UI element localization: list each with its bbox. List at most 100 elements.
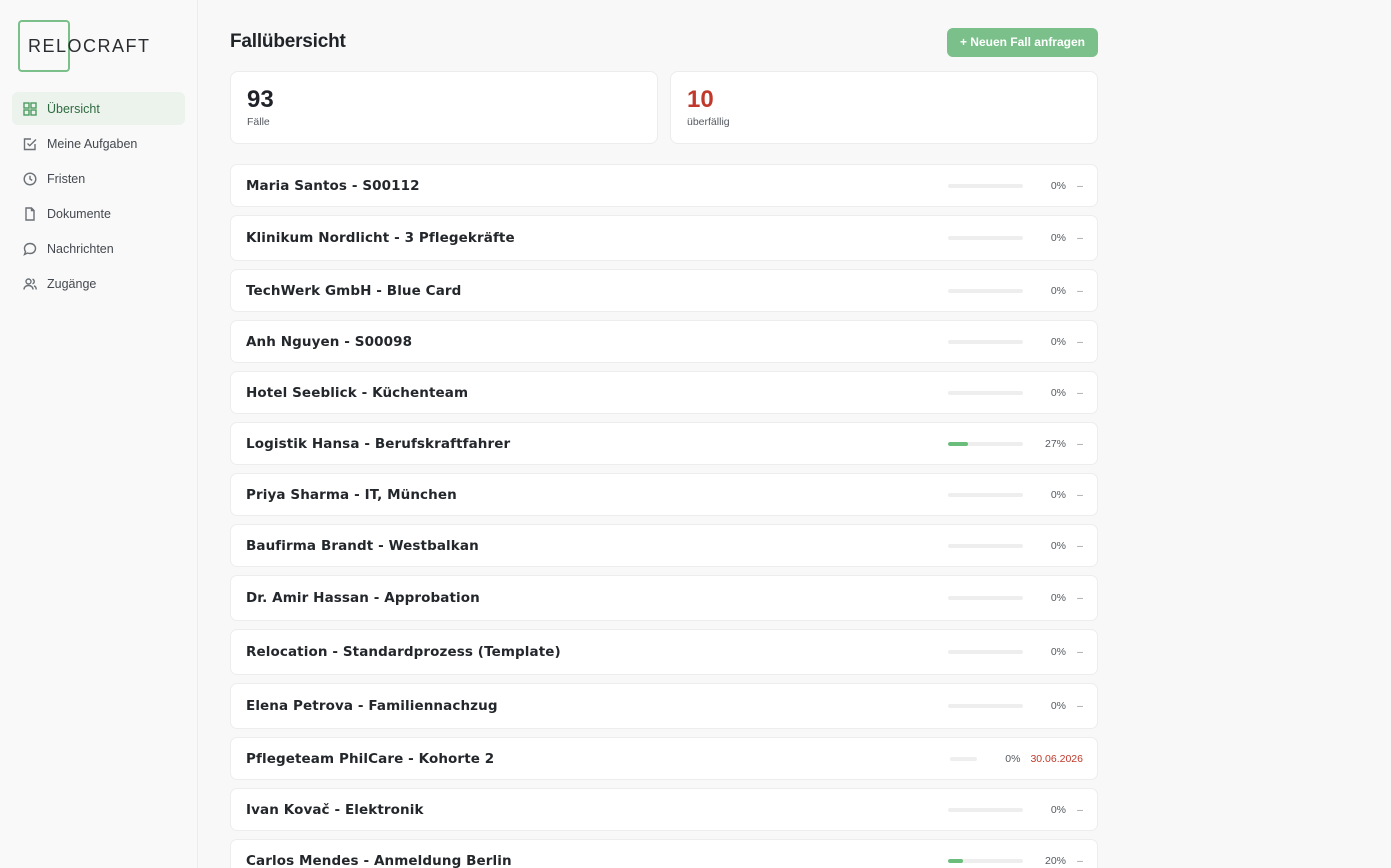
- case-due-date: –: [1077, 386, 1083, 399]
- logo-box: RELO CRAFT: [18, 20, 149, 72]
- case-name: Ivan Kovač - Elektronik: [246, 801, 424, 818]
- case-progress-percent: 0%: [1050, 803, 1066, 816]
- logo[interactable]: RELO CRAFT: [18, 20, 197, 72]
- case-progress-bar: [948, 390, 1023, 395]
- stats-row: 93 Fälle 10 überfällig: [230, 71, 1098, 144]
- stat-card-overdue: 10 überfällig: [670, 71, 1098, 144]
- case-row[interactable]: Carlos Mendes - Anmeldung Berlin 20% –: [230, 839, 1098, 868]
- sidebar-item-übersicht[interactable]: Übersicht: [12, 92, 185, 125]
- case-progress-fill: [948, 441, 969, 446]
- case-progress-bar: [948, 543, 1023, 548]
- page-title: Fallübersicht: [230, 31, 346, 52]
- case-progress-bar: [948, 288, 1023, 293]
- case-progress-bar: [948, 183, 1023, 188]
- case-progress-percent: 0%: [1050, 592, 1066, 604]
- case-progress-percent: 0%: [1050, 232, 1066, 244]
- case-due-date: –: [1077, 232, 1083, 244]
- case-name: Carlos Mendes - Anmeldung Berlin: [246, 852, 512, 868]
- case-row[interactable]: Relocation - Standardprozess (Template) 0…: [230, 629, 1098, 675]
- file-icon: [23, 206, 37, 221]
- sidebar-item-label: Zugänge: [47, 276, 97, 291]
- case-row[interactable]: Baufirma Brandt - Westbalkan 0% –: [230, 524, 1098, 567]
- case-row[interactable]: Logistik Hansa - Berufskraftfahrer 27% –: [230, 422, 1098, 465]
- sidebar-item-dokumente[interactable]: Dokumente: [12, 197, 185, 230]
- case-due-date: –: [1077, 803, 1083, 816]
- chat-icon: [23, 242, 37, 256]
- case-row[interactable]: Maria Santos - S00112 0% –: [230, 164, 1098, 207]
- case-name: Maria Santos - S00112: [246, 177, 420, 194]
- case-name: Pflegeteam PhilCare - Kohorte 2: [246, 750, 495, 767]
- case-name: Dr. Amir Hassan - Approbation: [246, 590, 480, 606]
- case-progress-bar: [950, 756, 978, 761]
- case-progress-percent: 27%: [1044, 437, 1066, 450]
- case-progress-percent: 0%: [1050, 646, 1066, 658]
- case-row[interactable]: Hotel Seeblick - Küchenteam 0% –: [230, 371, 1098, 414]
- sidebar-item-nachrichten[interactable]: Nachrichten: [12, 232, 185, 265]
- case-row[interactable]: Elena Petrova - Familiennachzug 0% –: [230, 683, 1098, 729]
- page-header: Fallübersicht + Neuen Fall anfragen: [230, 27, 1098, 57]
- sidebar-item-label: Meine Aufgaben: [47, 136, 138, 151]
- case-progress-percent: 0%: [1050, 488, 1066, 501]
- app-root: RELO CRAFT Übersicht Meine Aufgaben Fristen…: [0, 0, 1391, 868]
- logo-text-part1: RELO: [28, 35, 84, 56]
- sidebar-item-meine-aufgaben[interactable]: Meine Aufgaben: [12, 127, 185, 160]
- case-progress-bar: [948, 858, 1023, 863]
- sidebar: RELO CRAFT Übersicht Meine Aufgaben Fristen…: [0, 0, 198, 868]
- case-progress-percent: 0%: [1005, 752, 1021, 765]
- case-progress-bar: [948, 236, 1023, 240]
- case-due-date: –: [1077, 284, 1083, 297]
- case-progress-percent: 0%: [1050, 335, 1066, 348]
- case-row[interactable]: Anh Nguyen - S00098 0% –: [230, 320, 1098, 363]
- checkbox-icon: [23, 137, 37, 151]
- grid-icon: [23, 101, 37, 116]
- case-row[interactable]: Klinikum Nordlicht - 3 Pflegekräfte 0% –: [230, 215, 1098, 261]
- case-progress-percent: 20%: [1044, 854, 1066, 867]
- case-row[interactable]: Ivan Kovač - Elektronik 0% –: [230, 788, 1098, 831]
- case-due-date: –: [1077, 646, 1083, 658]
- case-due-date: –: [1077, 854, 1083, 867]
- stat-value-overdue: 10: [687, 86, 714, 113]
- case-progress-bar: [948, 492, 1023, 497]
- stat-value-cases: 93: [247, 86, 274, 113]
- case-progress-bar: [948, 339, 1023, 344]
- sidebar-nav: Übersicht Meine Aufgaben Fristen Dokumente N…: [0, 92, 197, 300]
- case-progress-bar: [948, 596, 1023, 600]
- sidebar-item-label: Nachrichten: [47, 241, 114, 256]
- case-due-date: –: [1077, 179, 1083, 192]
- stat-label-cases: Fälle: [247, 116, 270, 128]
- stat-label-overdue: überfällig: [687, 116, 730, 128]
- sidebar-item-fristen[interactable]: Fristen: [12, 162, 185, 195]
- case-due-date: –: [1077, 700, 1083, 712]
- case-due-date: –: [1077, 437, 1083, 450]
- case-progress-percent: 0%: [1050, 179, 1066, 192]
- case-progress-fill: [948, 858, 963, 863]
- case-name: Anh Nguyen - S00098: [246, 333, 413, 350]
- case-row[interactable]: Priya Sharma - IT, München 0% –: [230, 473, 1098, 516]
- logo-text-part2: CRAFT: [83, 35, 151, 56]
- clock-icon: [23, 171, 37, 186]
- case-progress-bar: [948, 441, 1023, 446]
- case-name: Logistik Hansa - Berufskraftfahrer: [246, 435, 511, 452]
- case-name: Baufirma Brandt - Westbalkan: [246, 537, 479, 554]
- new-case-button[interactable]: + Neuen Fall anfragen: [946, 27, 1098, 57]
- case-due-date: –: [1077, 592, 1083, 604]
- case-name: Priya Sharma - IT, München: [246, 486, 457, 503]
- case-due-date: –: [1077, 335, 1083, 348]
- case-name: Elena Petrova - Familiennachzug: [246, 698, 498, 714]
- case-progress-percent: 0%: [1050, 284, 1066, 297]
- sidebar-item-label: Übersicht: [47, 101, 100, 116]
- case-progress-bar: [948, 704, 1023, 708]
- case-due-date: –: [1077, 539, 1083, 552]
- case-due-date: 30.06.2026: [1030, 752, 1083, 765]
- sidebar-item-label: Fristen: [47, 171, 86, 186]
- sidebar-item-label: Dokumente: [47, 206, 111, 221]
- case-name: TechWerk GmbH - Blue Card: [246, 282, 462, 299]
- sidebar-item-zugänge[interactable]: Zugänge: [12, 267, 185, 300]
- case-row[interactable]: TechWerk GmbH - Blue Card 0% –: [230, 269, 1098, 312]
- case-name: Hotel Seeblick - Küchenteam: [246, 384, 469, 401]
- case-progress-percent: 0%: [1050, 539, 1066, 552]
- case-progress-bar: [948, 650, 1023, 654]
- case-row[interactable]: Dr. Amir Hassan - Approbation 0% –: [230, 575, 1098, 621]
- users-icon: [23, 277, 37, 291]
- case-row[interactable]: Pflegeteam PhilCare - Kohorte 2 0% 30.06.2…: [230, 737, 1098, 780]
